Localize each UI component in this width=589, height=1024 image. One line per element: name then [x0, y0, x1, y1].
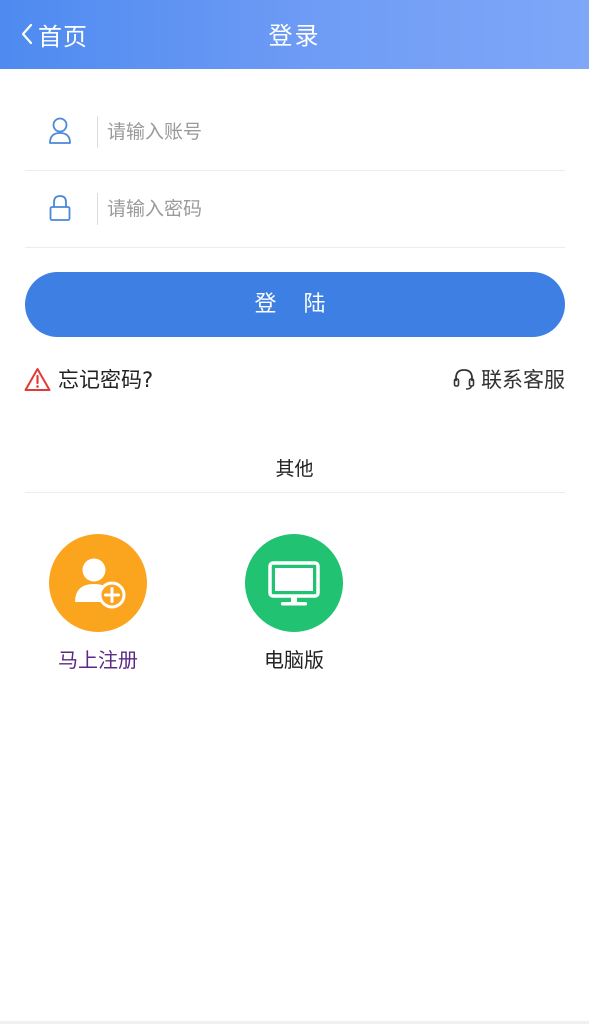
monitor-icon	[268, 561, 320, 606]
account-input[interactable]	[107, 112, 527, 152]
password-input[interactable]	[107, 189, 527, 229]
login-page: 首页 登录 登 陆 忘记密码?	[0, 0, 589, 1024]
lock-icon	[49, 195, 71, 221]
section-divider	[25, 492, 565, 493]
password-row	[25, 171, 565, 248]
register-circle	[49, 534, 147, 632]
desktop-circle	[245, 534, 343, 632]
input-divider	[97, 193, 98, 225]
page-title: 登录	[268, 22, 321, 50]
user-add-icon	[75, 558, 126, 609]
forgot-password-label: 忘记密码?	[58, 368, 154, 392]
desktop-version-label: 电脑版	[264, 648, 324, 672]
register-label: 马上注册	[58, 648, 138, 672]
warning-icon	[24, 367, 51, 391]
forgot-password-link[interactable]: 忘记密码?	[24, 364, 153, 394]
customer-service-label: 联系客服	[481, 368, 565, 392]
account-row	[25, 94, 565, 171]
register-tile[interactable]: 马上注册	[48, 534, 148, 673]
customer-service-link[interactable]: 联系客服	[453, 364, 565, 394]
top-nav-bar: 首页 登录	[0, 0, 589, 69]
other-section-title: 其他	[275, 458, 314, 480]
desktop-version-tile[interactable]: 电脑版	[244, 534, 344, 673]
input-divider	[97, 116, 98, 148]
login-button[interactable]: 登 陆	[25, 272, 565, 337]
headset-icon	[453, 369, 475, 390]
user-icon	[49, 117, 71, 144]
